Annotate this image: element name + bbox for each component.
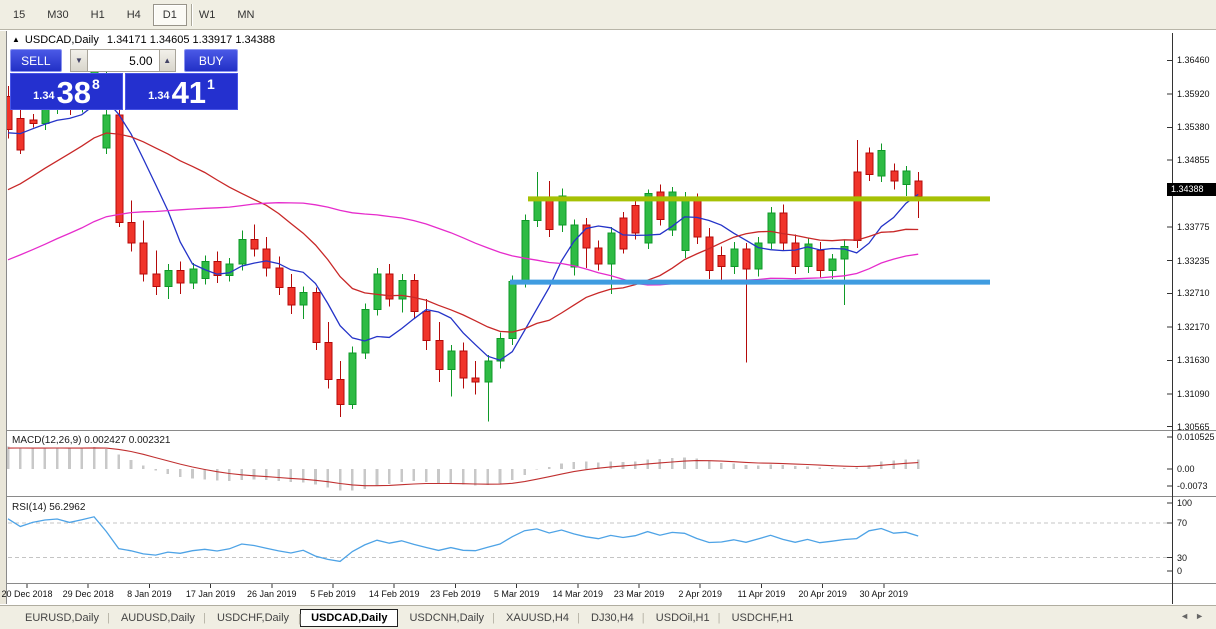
date-axis-label: 2 Apr 2019 bbox=[668, 589, 732, 599]
ask-price-main: 41 bbox=[172, 80, 206, 106]
date-axis-label: 5 Mar 2019 bbox=[485, 589, 549, 599]
chart-tab[interactable]: EURUSD,Daily bbox=[14, 609, 110, 627]
chart-tab[interactable]: USDCNH,Daily bbox=[398, 609, 495, 627]
bid-price-pip: 8 bbox=[92, 76, 100, 92]
tab-scroll-left-icon[interactable]: ◄ bbox=[1180, 611, 1195, 621]
chart-symbol-label: USDCAD,Daily bbox=[25, 34, 99, 46]
date-axis-label: 26 Jan 2019 bbox=[240, 589, 304, 599]
rsi-indicator-label: RSI(14) 56.2962 bbox=[12, 502, 85, 513]
date-axis-separator bbox=[7, 583, 1216, 584]
rsi-line bbox=[8, 517, 918, 562]
date-axis-label: 30 Apr 2019 bbox=[852, 589, 916, 599]
price-axis-label: 1.32170 bbox=[1177, 321, 1210, 333]
price-axis-label: 1.35920 bbox=[1177, 88, 1210, 100]
rsi-panel-separator[interactable] bbox=[7, 496, 1216, 497]
buy-button[interactable]: BUY bbox=[184, 49, 238, 72]
ask-price-panel[interactable]: 1.34411 bbox=[125, 73, 238, 110]
one-click-trade-panel: SELL ▼ 5.00 ▲ BUY 1.34388 1.34411 bbox=[10, 49, 238, 110]
volume-increase-button[interactable]: ▲ bbox=[159, 49, 176, 72]
terminal-window: 15M30H1H4D1W1MN ▲USDCAD,Daily1.34171 1.3… bbox=[0, 0, 1216, 629]
chart-tab[interactable]: USDOil,H1 bbox=[645, 609, 721, 627]
price-axis-line bbox=[1172, 33, 1173, 604]
chart-title: ▲ USDCAD,Daily 1.34171 1.34605 1.33917 1.3… bbox=[12, 34, 275, 46]
rsi-scale-label: 100 bbox=[1177, 497, 1192, 509]
chart-ohlc-values: 1.34171 1.34605 1.33917 1.34388 bbox=[107, 34, 275, 46]
price-axis-label: 1.33775 bbox=[1177, 221, 1210, 233]
date-axis-label: 29 Dec 2018 bbox=[56, 589, 120, 599]
macd-scale-label: 0.00 bbox=[1177, 463, 1195, 475]
date-axis-label: 8 Jan 2019 bbox=[117, 589, 181, 599]
current-price-marker: 1.34388 bbox=[1167, 183, 1216, 196]
price-axis-label: 1.32710 bbox=[1177, 287, 1210, 299]
sell-button[interactable]: SELL bbox=[10, 49, 62, 72]
chart-tab-bar: EURUSD,DailyAUDUSD,DailyUSDCHF,DailyUSDC… bbox=[0, 605, 1216, 629]
date-axis-label: 11 Apr 2019 bbox=[729, 589, 793, 599]
date-axis-label: 23 Mar 2019 bbox=[607, 589, 671, 599]
date-axis-label: 20 Apr 2019 bbox=[791, 589, 855, 599]
price-axis-label: 1.31630 bbox=[1177, 354, 1210, 366]
price-axis-label: 1.33235 bbox=[1177, 255, 1210, 267]
chart-tab[interactable]: DJ30,H4 bbox=[580, 609, 645, 627]
chart-tab[interactable]: XAUUSD,H4 bbox=[495, 609, 580, 627]
date-axis-label: 17 Jan 2019 bbox=[179, 589, 243, 599]
volume-input[interactable]: 5.00 bbox=[88, 49, 159, 72]
chart-tab[interactable]: USDCHF,Daily bbox=[206, 609, 300, 627]
chart-tab[interactable]: AUDUSD,Daily bbox=[110, 609, 206, 627]
support-line bbox=[510, 280, 990, 285]
date-axis-label: 14 Feb 2019 bbox=[362, 589, 426, 599]
tab-scroll-arrows[interactable]: ◄► bbox=[1180, 611, 1210, 621]
resistance-line bbox=[528, 196, 990, 201]
rsi-scale-label: 30 bbox=[1177, 552, 1187, 564]
price-axis-label: 1.31090 bbox=[1177, 388, 1210, 400]
macd-scale-label: -0.0073 bbox=[1177, 480, 1208, 492]
date-axis-label: 14 Mar 2019 bbox=[546, 589, 610, 599]
chart-tab[interactable]: USDCHF,H1 bbox=[721, 609, 805, 627]
ask-price-prefix: 1.34 bbox=[148, 90, 169, 102]
rsi-scale-label: 70 bbox=[1177, 517, 1187, 529]
axis-ticks bbox=[27, 60, 1172, 588]
volume-decrease-button[interactable]: ▼ bbox=[70, 49, 87, 72]
macd-indicator-label: MACD(12,26,9) 0.002427 0.002321 bbox=[12, 435, 170, 446]
macd-scale-label: 0.010525 bbox=[1177, 431, 1215, 443]
price-axis-label: 1.34855 bbox=[1177, 154, 1210, 166]
price-axis-label: 1.36460 bbox=[1177, 54, 1210, 66]
chart-tab[interactable]: USDCAD,Daily bbox=[300, 609, 398, 627]
date-axis-label: 5 Feb 2019 bbox=[301, 589, 365, 599]
bid-price-main: 38 bbox=[57, 80, 91, 106]
date-axis-label: 20 Dec 2018 bbox=[0, 589, 59, 599]
price-axis-label: 1.35380 bbox=[1177, 121, 1210, 133]
tab-scroll-right-icon[interactable]: ► bbox=[1195, 611, 1210, 621]
macd-panel-separator[interactable] bbox=[7, 430, 1216, 431]
rsi-scale-label: 0 bbox=[1177, 565, 1182, 577]
date-axis-label: 23 Feb 2019 bbox=[423, 589, 487, 599]
bid-price-prefix: 1.34 bbox=[33, 90, 54, 102]
ask-price-pip: 1 bbox=[207, 76, 215, 92]
collapse-panel-icon[interactable]: ▲ bbox=[12, 35, 20, 44]
bid-price-panel[interactable]: 1.34388 bbox=[10, 73, 123, 110]
